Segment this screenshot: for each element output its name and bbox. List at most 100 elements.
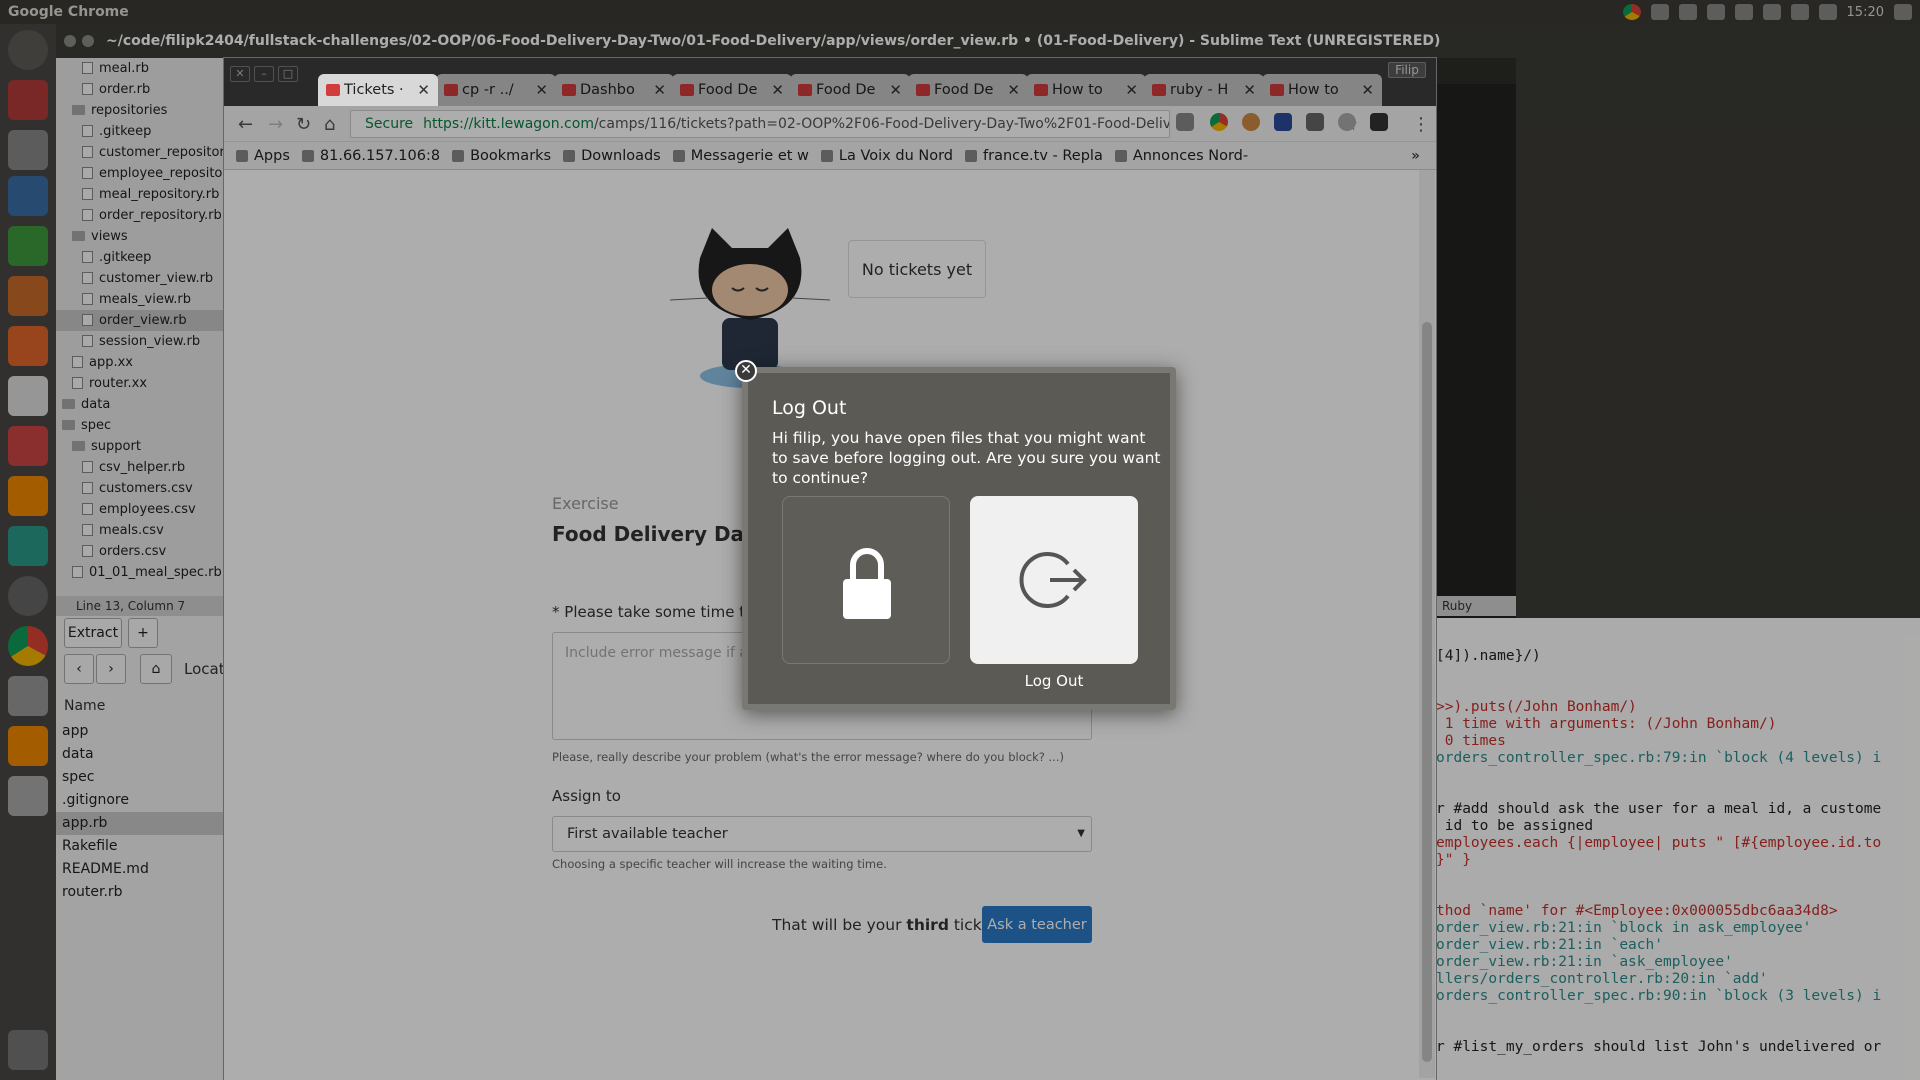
volume-icon[interactable]: [1818, 4, 1837, 20]
lock-screen-option[interactable]: [782, 496, 950, 664]
extension-icon-4[interactable]: [1274, 113, 1292, 131]
dash-icon[interactable]: [8, 30, 48, 70]
teacher-select[interactable]: First available teacher ▼: [552, 816, 1092, 852]
sidebar-file[interactable]: order_view.rb: [56, 310, 224, 331]
sidebar-folder[interactable]: support: [56, 436, 224, 457]
add-button[interactable]: +: [128, 618, 158, 648]
settings-tray-icon[interactable]: [1650, 4, 1669, 20]
sidebar-file[interactable]: order.rb: [56, 79, 224, 100]
dvd-icon[interactable]: [8, 576, 48, 616]
close-tab-icon[interactable]: ✕: [771, 81, 784, 99]
file-list-item[interactable]: Rakefile: [56, 835, 224, 858]
close-tab-icon[interactable]: ✕: [1007, 81, 1020, 99]
bluetooth-icon[interactable]: [1734, 4, 1753, 20]
sublime-icon[interactable]: [8, 726, 48, 766]
address-bar[interactable]: Secure https://kitt.lewagon.com /camps/1…: [350, 110, 1170, 138]
maximize-chrome-icon[interactable]: □: [278, 66, 298, 82]
writer-icon[interactable]: [8, 176, 48, 216]
close-tab-icon[interactable]: ✕: [653, 81, 666, 99]
bookmark-item[interactable]: Bookmarks: [452, 148, 551, 164]
file-list-item[interactable]: README.md: [56, 858, 224, 881]
file-list-item[interactable]: spec: [56, 766, 224, 789]
network-tray-icon[interactable]: [1678, 4, 1697, 20]
app-icon-1[interactable]: [8, 80, 48, 120]
sidebar-file[interactable]: order_repository.rb: [56, 205, 224, 226]
clock[interactable]: 15:20: [1847, 5, 1884, 20]
browser-tab[interactable]: Dashbo ✕: [554, 74, 674, 106]
sublime-syntax-status[interactable]: Ruby: [1436, 596, 1516, 616]
browser-tab[interactable]: Food De ✕: [672, 74, 792, 106]
terminal-output[interactable]: [4]).name}/) >>).puts(/John Bonham/) 1 ti…: [1436, 618, 1920, 1080]
close-tab-icon[interactable]: ✕: [1125, 81, 1138, 99]
sidebar-file[interactable]: orders.csv: [56, 541, 224, 562]
ask-teacher-button[interactable]: Ask a teacher: [982, 906, 1092, 943]
sublime-editor-area[interactable]: [1436, 58, 1516, 618]
bookmark-item[interactable]: Annonces Nord-: [1114, 148, 1248, 164]
minimize-chrome-icon[interactable]: –: [254, 66, 274, 82]
bookmark-item[interactable]: Downloads: [563, 148, 661, 164]
forward-icon[interactable]: ›: [96, 654, 126, 684]
bookmark-item[interactable]: france.tv - Repla: [965, 148, 1103, 164]
chrome-tray-icon[interactable]: [1622, 4, 1641, 20]
mail-icon[interactable]: [1762, 4, 1781, 20]
sidebar-file[interactable]: customers.csv: [56, 478, 224, 499]
sidebar-folder[interactable]: repositories: [56, 100, 224, 121]
sidebar-file[interactable]: customer_repository.rb: [56, 142, 224, 163]
extension-icon-1[interactable]: [1176, 113, 1194, 131]
bookmark-item[interactable]: Apps: [236, 148, 290, 164]
power-icon[interactable]: [1894, 4, 1912, 20]
help-icon[interactable]: [8, 130, 48, 170]
sidebar-folder[interactable]: spec: [56, 415, 224, 436]
bookmark-item[interactable]: 81.66.157.106:8: [301, 148, 440, 164]
extension-icon-2[interactable]: [1210, 113, 1228, 131]
chrome-icon[interactable]: [8, 626, 48, 666]
software-center-icon[interactable]: [8, 326, 48, 366]
sidebar-file[interactable]: csv_helper.rb: [56, 457, 224, 478]
sidebar-file[interactable]: meals.csv: [56, 520, 224, 541]
sidebar-folder[interactable]: views: [56, 226, 224, 247]
extension-icon-6[interactable]: [1338, 113, 1356, 131]
forward-arrow-icon[interactable]: →: [268, 114, 283, 135]
extension-icon-3[interactable]: [1242, 113, 1260, 131]
close-dialog-icon[interactable]: ✕: [735, 360, 757, 382]
drive-icon[interactable]: [8, 776, 48, 816]
eyedropper-icon[interactable]: [1306, 113, 1324, 131]
sidebar-folder[interactable]: data: [56, 394, 224, 415]
profile-button[interactable]: Filip: [1388, 62, 1426, 78]
file-list-item[interactable]: app.rb: [56, 812, 224, 835]
logout-option[interactable]: [970, 496, 1138, 664]
back-icon[interactable]: ‹: [64, 654, 94, 684]
extract-button[interactable]: Extract: [64, 618, 122, 648]
amazon-icon[interactable]: [8, 376, 48, 416]
extension-icon-7[interactable]: [1370, 113, 1388, 131]
sidebar-file[interactable]: employees.csv: [56, 499, 224, 520]
browser-tab[interactable]: How to ✕: [1026, 74, 1146, 106]
page-scrollbar[interactable]: [1419, 170, 1435, 1078]
bookmark-item[interactable]: La Voix du Nord: [820, 148, 953, 164]
vlc-icon[interactable]: [8, 476, 48, 516]
close-tab-icon[interactable]: ✕: [417, 81, 430, 99]
keyboard-layout-icon[interactable]: [1706, 4, 1725, 20]
system-settings-icon[interactable]: [8, 426, 48, 466]
sidebar-file[interactable]: meal_repository.rb: [56, 184, 224, 205]
impress-icon[interactable]: [8, 276, 48, 316]
back-arrow-icon[interactable]: ←: [238, 114, 253, 135]
calc-icon[interactable]: [8, 226, 48, 266]
slack-icon[interactable]: [8, 526, 48, 566]
more-bookmarks-icon[interactable]: »: [1411, 148, 1420, 164]
close-window-icon[interactable]: [64, 35, 76, 47]
scrollbar-thumb[interactable]: [1422, 322, 1432, 1062]
home-page-icon[interactable]: ⌂: [324, 114, 335, 135]
browser-tab[interactable]: Food De ✕: [790, 74, 910, 106]
name-column-header[interactable]: Name: [64, 698, 105, 714]
sidebar-file[interactable]: app.xx: [56, 352, 224, 373]
browser-tab[interactable]: cp -r ../ ✕: [436, 74, 556, 106]
file-list-item[interactable]: app: [56, 720, 224, 743]
close-chrome-icon[interactable]: ✕: [230, 66, 250, 82]
sidebar-file[interactable]: router.xx: [56, 373, 224, 394]
printer-icon[interactable]: [8, 676, 48, 716]
close-tab-icon[interactable]: ✕: [535, 81, 548, 99]
file-list-item[interactable]: .gitignore: [56, 789, 224, 812]
home-icon[interactable]: ⌂: [140, 654, 172, 684]
reload-icon[interactable]: ↻: [296, 114, 311, 135]
